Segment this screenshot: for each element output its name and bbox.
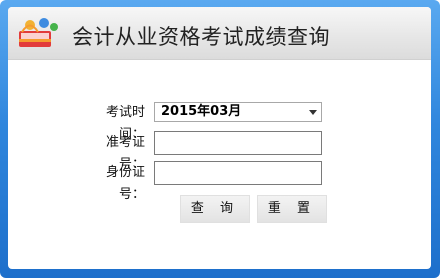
header-bar: 会计从业资格考试成绩查询 bbox=[8, 7, 431, 60]
id-row: 身份证号： bbox=[8, 161, 431, 202]
query-button[interactable]: 查 询 bbox=[180, 195, 250, 223]
exam-time-row: 考试时间： 2015年03月 bbox=[8, 102, 431, 142]
books-user-icon bbox=[19, 18, 58, 47]
query-panel: 会计从业资格考试成绩查询 考试时间： 2015年03月 准考证号： 身份证号： … bbox=[8, 7, 431, 269]
id-number-input[interactable] bbox=[154, 161, 322, 185]
page-title: 会计从业资格考试成绩查询 bbox=[72, 25, 330, 49]
reset-button[interactable]: 重 置 bbox=[257, 195, 327, 223]
exam-time-select[interactable]: 2015年03月 bbox=[154, 102, 322, 122]
admission-number-input[interactable] bbox=[154, 131, 322, 155]
id-label: 身份证号： bbox=[105, 165, 145, 202]
exam-time-value: 2015年03月 bbox=[161, 104, 242, 119]
admission-row: 准考证号： bbox=[8, 131, 431, 172]
chevron-down-icon bbox=[309, 110, 317, 115]
window-frame: 会计从业资格考试成绩查询 考试时间： 2015年03月 准考证号： 身份证号： … bbox=[0, 0, 440, 278]
